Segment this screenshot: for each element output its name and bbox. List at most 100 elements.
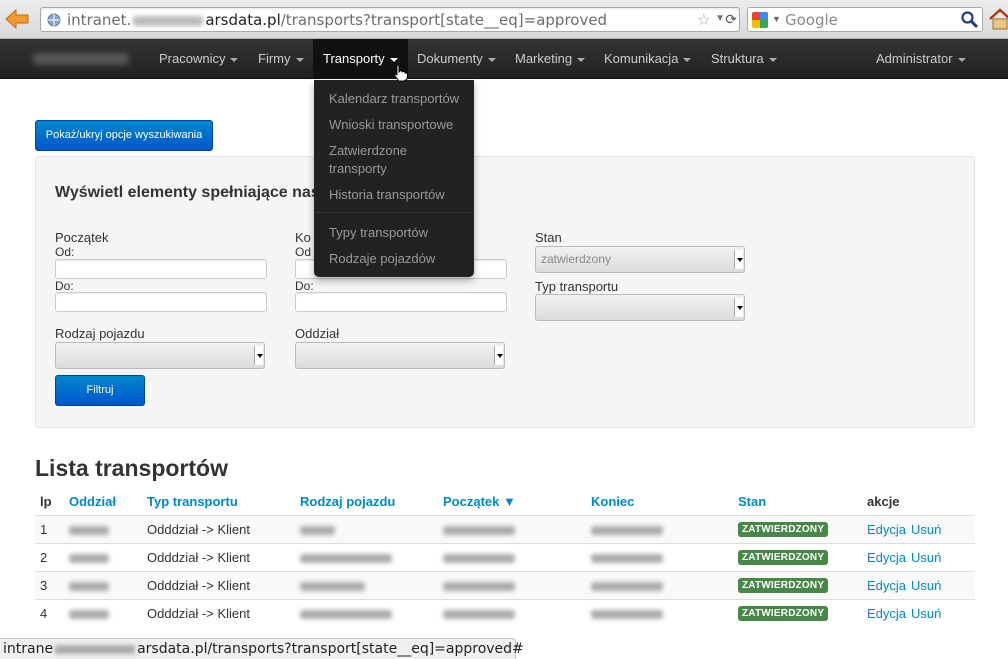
header-transport-type[interactable]: Typ transportu	[147, 494, 238, 509]
select-arrow-icon	[494, 346, 503, 365]
start-from-label: Od:	[55, 245, 75, 259]
cell-lp: 1	[40, 522, 48, 537]
cell-type: Odddział -> Klient	[147, 606, 250, 621]
blurred-host	[55, 644, 136, 654]
nav-item-companies[interactable]: Firmy	[258, 39, 304, 79]
browser-toolbar: intranet. arsdata.pl/transports?transport…	[0, 0, 1008, 39]
nav-label: Transporty	[323, 51, 385, 66]
status-url: intrane arsdata.pl/transports?transport[s…	[3, 641, 524, 657]
header-actions: akcje	[867, 494, 900, 509]
google-logo-icon[interactable]	[752, 12, 768, 28]
status-badge: ZATWIERDZONY	[738, 606, 829, 621]
cell-vehicle-blurred	[300, 526, 335, 535]
caret-down-icon	[957, 57, 966, 62]
delete-link[interactable]: Usuń	[911, 522, 941, 537]
brand-logo[interactable]	[33, 53, 129, 65]
select-arrow-icon	[254, 346, 263, 365]
nav-label: Pracownicy	[159, 51, 226, 66]
end-label: Ko	[295, 230, 311, 245]
table-row: 3 Odddział -> Klient ZATWIERDZONY Edycja…	[35, 571, 975, 599]
search-placeholder: Google	[785, 11, 838, 29]
edit-link[interactable]: Edycja	[867, 578, 906, 593]
caret-down-icon	[683, 57, 692, 62]
edit-link[interactable]: Edycja	[867, 606, 906, 621]
dropdown-item-requests[interactable]: Wnioski transportowe	[329, 116, 469, 134]
nav-label: Komunikacja	[604, 51, 679, 66]
delete-link[interactable]: Usuń	[911, 606, 941, 621]
web-search-bar[interactable]: ▼ Google	[747, 7, 983, 32]
cell-type: Odddział -> Klient	[147, 550, 250, 565]
dropdown-item-history[interactable]: Historia transportów	[329, 186, 469, 204]
cell-vehicle-blurred	[300, 554, 392, 563]
search-icon[interactable]	[960, 10, 979, 29]
state-label: Stan	[535, 230, 562, 245]
cell-type: Odddział -> Klient	[147, 578, 250, 593]
cell-type: Odddział -> Klient	[147, 522, 250, 537]
header-state[interactable]: Stan	[738, 494, 766, 509]
cell-end-blurred	[591, 610, 663, 619]
caret-down-icon	[768, 57, 777, 62]
state-select[interactable]: zatwierdzony	[535, 246, 745, 273]
transport-type-label: Typ transportu	[535, 279, 619, 294]
cell-start-blurred	[443, 554, 515, 563]
url-text: intranet. arsdata.pl/transports?transport…	[67, 11, 608, 29]
delete-link[interactable]: Usuń	[911, 550, 941, 565]
end-to-input[interactable]	[295, 292, 507, 312]
start-to-input[interactable]	[55, 292, 267, 312]
nav-item-documents[interactable]: Dokumenty	[417, 39, 496, 79]
status-badge: ZATWIERDZONY	[738, 522, 829, 537]
cell-lp: 4	[40, 606, 48, 621]
transport-type-select[interactable]	[535, 294, 745, 321]
header-end[interactable]: Koniec	[591, 494, 634, 509]
start-to-label: Do:	[55, 279, 74, 293]
dropdown-item-approved[interactable]: Zatwierdzone transporty	[329, 142, 439, 178]
header-branch[interactable]: Oddział	[69, 494, 116, 509]
nav-label: Struktura	[711, 51, 764, 66]
header-vehicle[interactable]: Rodzaj pojazdu	[300, 494, 395, 509]
caret-down-icon	[389, 57, 398, 62]
nav-item-structure[interactable]: Struktura	[711, 39, 777, 79]
start-from-input[interactable]	[55, 259, 267, 279]
cell-branch-blurred	[69, 526, 109, 535]
header-start[interactable]: Początek ▼	[443, 494, 516, 509]
nav-item-communication[interactable]: Komunikacja	[604, 39, 692, 79]
cell-start-blurred	[443, 582, 515, 591]
toggle-search-options-button[interactable]: Pokaż/ukryj opcje wyszukiwania	[35, 120, 213, 151]
vehicle-select[interactable]	[55, 342, 265, 369]
browser-status-bar: intrane arsdata.pl/transports?transport[s…	[0, 638, 524, 659]
cell-branch-blurred	[69, 554, 109, 563]
bookmark-star-icon[interactable]: ☆	[697, 10, 711, 30]
dropdown-item-vehicle-types[interactable]: Rodzaje pojazdów	[329, 250, 469, 268]
search-engine-dropdown-icon[interactable]: ▼	[772, 14, 781, 24]
branch-select[interactable]	[295, 342, 505, 369]
cell-vehicle-blurred	[300, 610, 392, 619]
edit-link[interactable]: Edycja	[867, 550, 906, 565]
url-history-dropdown-icon[interactable]: ▼	[715, 13, 725, 24]
url-bar[interactable]: intranet. arsdata.pl/transports?transport…	[40, 7, 740, 32]
cell-branch-blurred	[69, 610, 109, 619]
filter-button[interactable]: Filtruj	[55, 375, 145, 406]
back-arrow-icon[interactable]	[4, 8, 30, 30]
nav-item-user-menu[interactable]: Administrator	[876, 39, 966, 79]
user-name: Administrator	[876, 51, 953, 66]
dropdown-item-transport-types[interactable]: Typy transportów	[329, 224, 469, 242]
nav-label: Firmy	[258, 51, 291, 66]
cell-end-blurred	[591, 554, 663, 563]
hand-cursor-icon	[394, 64, 408, 82]
reload-icon[interactable]: ⟳	[725, 11, 737, 28]
table-row: 2 Odddział -> Klient ZATWIERDZONY Edycja…	[35, 543, 975, 571]
end-from-label: Od	[295, 245, 312, 259]
nav-item-marketing[interactable]: Marketing	[515, 39, 586, 79]
home-icon[interactable]	[989, 7, 1008, 31]
dropdown-item-calendar[interactable]: Kalendarz transportów	[329, 90, 469, 108]
cell-end-blurred	[591, 582, 663, 591]
cell-vehicle-blurred	[300, 582, 365, 591]
cell-start-blurred	[443, 610, 515, 619]
select-arrow-icon	[734, 298, 743, 317]
nav-item-employees[interactable]: Pracownicy	[159, 39, 239, 79]
globe-icon	[47, 13, 61, 27]
status-badge: ZATWIERDZONY	[738, 550, 829, 565]
delete-link[interactable]: Usuń	[911, 578, 941, 593]
edit-link[interactable]: Edycja	[867, 522, 906, 537]
search-panel-title: Wyświetl elementy spełniające nas	[55, 184, 320, 201]
